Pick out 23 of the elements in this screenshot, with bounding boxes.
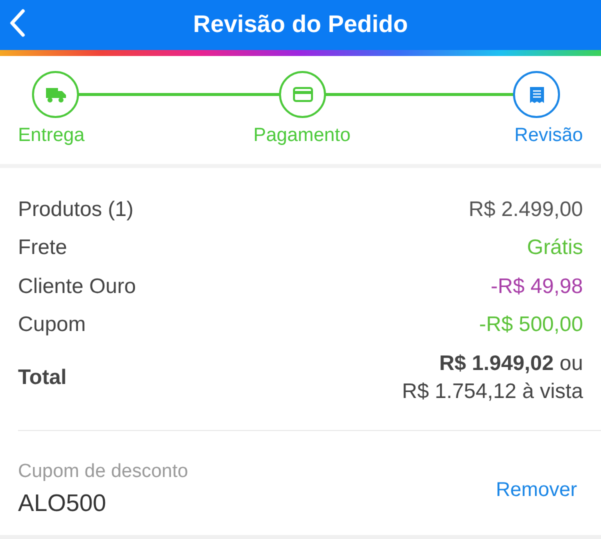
summary-label: Produtos (1) xyxy=(18,196,134,222)
summary-label: Cupom xyxy=(18,312,86,338)
back-icon[interactable] xyxy=(8,8,26,38)
or-text: ou xyxy=(560,351,583,377)
step-label: Entrega xyxy=(18,124,85,148)
summary-label: Cliente Ouro xyxy=(18,274,136,300)
remove-link[interactable]: Remover xyxy=(496,475,577,505)
total-price: R$ 1.949,02 xyxy=(439,351,554,377)
coupon-code: ALO500 xyxy=(18,489,108,520)
summary-value: -R$ 49,98 xyxy=(490,274,583,300)
coupon-label: Cupom de desconto xyxy=(18,460,188,484)
step-label: Revisão xyxy=(514,124,583,148)
summary-label: Frete xyxy=(18,235,68,261)
summary-value: -R$ 500,00 xyxy=(479,312,583,338)
total-label: Total xyxy=(18,365,67,392)
truck-icon xyxy=(46,86,66,102)
summary-value: R$ 2.499,00 xyxy=(468,196,583,222)
credit-card-icon xyxy=(292,87,312,102)
page-title: Revisão do Pedido xyxy=(193,10,408,40)
receipt-icon xyxy=(530,86,544,102)
step-label: Pagamento xyxy=(253,124,351,148)
cash-price: R$ 1.754,12 à vista xyxy=(402,379,583,405)
summary-value: Grátis xyxy=(526,235,583,261)
